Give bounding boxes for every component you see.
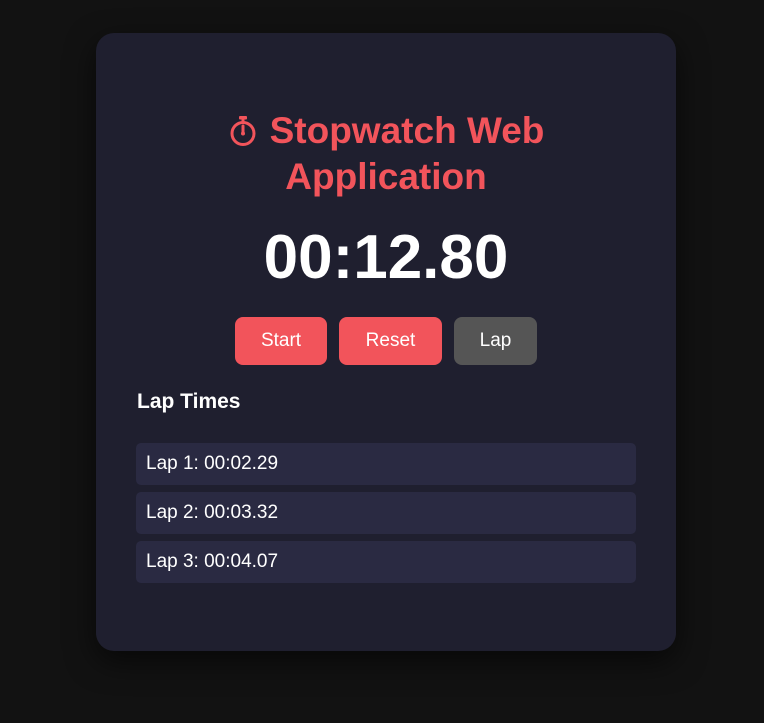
- lap-list: Lap 1: 00:02.29 Lap 2: 00:03.32 Lap 3: 0…: [136, 443, 636, 590]
- title-text-line-1: Stopwatch Web: [269, 110, 545, 151]
- title-line-1: Stopwatch Web: [96, 108, 676, 154]
- reset-button[interactable]: Reset: [339, 317, 442, 365]
- title-text-line-2: Application: [285, 156, 487, 197]
- time-display: 00:12.80: [263, 223, 509, 292]
- stopwatch-icon: [228, 111, 258, 146]
- lap-times-heading: Lap Times: [137, 390, 241, 413]
- lap-button[interactable]: Lap: [454, 317, 537, 365]
- controls: Start Reset Lap: [96, 317, 676, 365]
- page-title: Stopwatch Web Application: [96, 108, 676, 200]
- lap-item: Lap 1: 00:02.29: [136, 443, 636, 485]
- lap-item: Lap 3: 00:04.07: [136, 541, 636, 583]
- lap-item: Lap 2: 00:03.32: [136, 492, 636, 534]
- start-button[interactable]: Start: [235, 317, 327, 365]
- stopwatch-card: Stopwatch Web Application 00:12.80 Start…: [96, 33, 676, 651]
